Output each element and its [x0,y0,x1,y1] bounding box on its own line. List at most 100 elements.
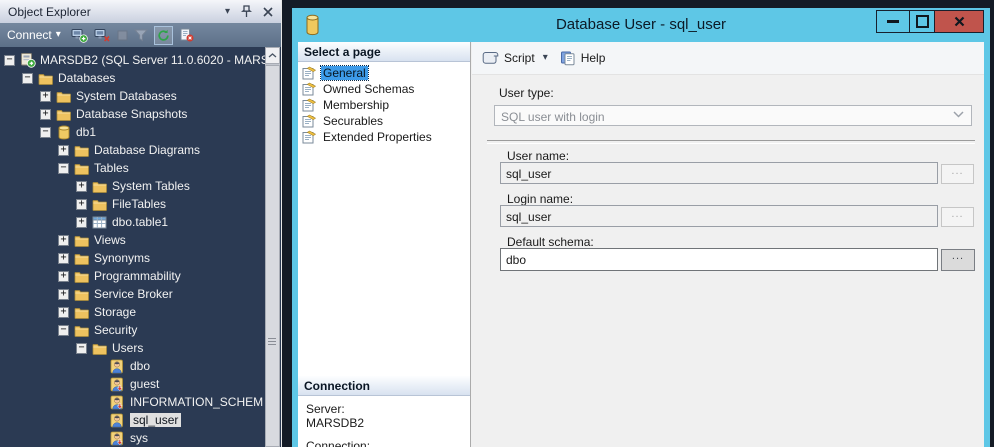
group-separator [487,140,975,144]
dialog-main: Script ▾ Help User type: SQL user with l… [472,42,984,447]
user-name-browse-button[interactable]: ... [941,164,974,184]
collapse-expander-icon[interactable]: − [58,163,69,174]
disconnect-server-icon[interactable] [94,28,111,43]
collapse-expander-icon[interactable]: − [22,73,33,84]
scrollbar-thumb[interactable] [265,65,280,447]
tree-item-label: sql_user [130,413,181,427]
login-name-browse-button[interactable]: ... [941,207,974,227]
login-name-field[interactable]: sql_user [500,205,938,227]
tree-item[interactable]: −Databases [0,69,265,87]
page-item-securables[interactable]: Securables [298,113,470,129]
page-item-general[interactable]: General [298,65,470,81]
page-icon [302,114,317,128]
refresh-button[interactable] [154,26,173,45]
expand-expander-icon[interactable]: + [76,181,87,192]
tree-item[interactable]: + System Tables [0,177,265,195]
close-button[interactable] [934,10,984,33]
connect-dropdown-icon[interactable]: ▾ [56,30,61,40]
tree-item[interactable]: − db1 [0,123,265,141]
tree-item-label: Programmability [94,269,181,283]
tree-item[interactable]: +Service Broker [0,285,265,303]
chevron-down-icon [953,111,964,118]
close-icon[interactable] [263,7,273,17]
tree-item[interactable]: +FileTables [0,195,265,213]
tree-item[interactable]: + Database Snapshots [0,105,265,123]
expand-expander-icon[interactable]: + [58,307,69,318]
user-icon [110,413,125,428]
dialog-window: Database User - sql_user Select a page G… [292,8,990,447]
tree-scrollbar[interactable] [265,47,280,447]
refresh-icon[interactable] [157,29,170,42]
page-item-owned-schemas[interactable]: Owned Schemas [298,81,470,97]
page-item-membership[interactable]: Membership [298,97,470,113]
expand-expander-icon[interactable]: + [58,271,69,282]
dialog-titlebar[interactable]: Database User - sql_user [292,8,990,42]
collapse-expander-icon[interactable]: − [58,325,69,336]
general-page-form: User type: SQL user with login User name… [472,75,984,447]
collapse-expander-icon[interactable]: − [4,55,15,66]
script-error-icon[interactable] [179,28,194,42]
tree-item[interactable]: +Synonyms [0,249,265,267]
window-position-icon[interactable]: ▾ [225,7,230,17]
tree-item[interactable]: −MARSDB2 (SQL Server 11.0.6020 - MARSD [0,51,265,69]
user-icon [110,359,125,374]
tree-item[interactable]: dbo [0,357,265,375]
scrollbar-grip [268,338,276,346]
tree-item[interactable]: +Database Diagrams [0,141,265,159]
tree-item[interactable]: +dbo.table1 [0,213,265,231]
collapse-expander-icon[interactable]: − [40,127,51,138]
expand-expander-icon[interactable]: + [58,289,69,300]
tree-item[interactable]: −Security [0,321,265,339]
expand-expander-icon[interactable]: + [40,91,51,102]
tree-item-label: db1 [76,125,96,139]
tree-item[interactable]: sql_user [0,411,265,429]
server-icon [20,52,36,68]
tree-item-label: dbo [130,359,150,373]
expand-expander-icon[interactable]: + [76,199,87,210]
table-icon [92,216,107,229]
tree-item-label: sys [130,431,148,445]
folder-icon [56,108,71,121]
filter-icon [134,29,148,42]
expand-expander-icon[interactable]: + [58,145,69,156]
maximize-button[interactable] [909,10,935,33]
tree-item[interactable]: + System Databases [0,87,265,105]
tree-item-label: Database Snapshots [76,107,187,121]
help-button[interactable]: Help [581,51,606,65]
tree-item-label: Users [112,341,143,355]
tree-item-label: Storage [94,305,136,319]
user-type-select[interactable]: SQL user with login [494,105,972,126]
tree-item-label: guest [130,377,159,391]
user-name-field[interactable]: sql_user [500,162,938,184]
expand-expander-icon[interactable]: + [58,253,69,264]
script-button[interactable]: Script [504,51,535,65]
tree-item[interactable]: + Storage [0,303,265,321]
pin-icon[interactable] [241,5,252,18]
tree-item-label: System Databases [76,89,177,103]
tree-item[interactable]: − Users [0,339,265,357]
connect-button[interactable]: Connect [7,28,52,42]
pages-panel: Select a page GeneralOwned SchemasMember… [298,42,471,447]
tree-item[interactable]: guest [0,375,265,393]
expand-expander-icon[interactable]: + [58,235,69,246]
tree-item[interactable]: −Tables [0,159,265,177]
folder-icon [74,252,89,265]
tree-item[interactable]: +Views [0,231,265,249]
collapse-expander-icon[interactable]: − [76,343,87,354]
minimize-button[interactable] [876,10,910,33]
connect-server-icon[interactable] [71,28,88,43]
server-value: MARSDB2 [306,416,370,430]
default-schema-browse-button[interactable]: ... [941,249,975,271]
scroll-up-icon[interactable] [265,47,280,64]
tree-item[interactable]: sys [0,429,265,447]
expand-expander-icon[interactable]: + [40,109,51,120]
tree-item-label: System Tables [112,179,190,193]
default-schema-label: Default schema: [507,235,594,249]
tree-item[interactable]: + Programmability [0,267,265,285]
object-explorer-titlebar[interactable]: Object Explorer ▾ [0,0,281,23]
tree-item[interactable]: INFORMATION_SCHEM [0,393,265,411]
page-item-extended-properties[interactable]: Extended Properties [298,129,470,145]
default-schema-field[interactable]: dbo [500,248,938,271]
expand-expander-icon[interactable]: + [76,217,87,228]
script-dropdown-icon[interactable]: ▾ [543,53,548,63]
